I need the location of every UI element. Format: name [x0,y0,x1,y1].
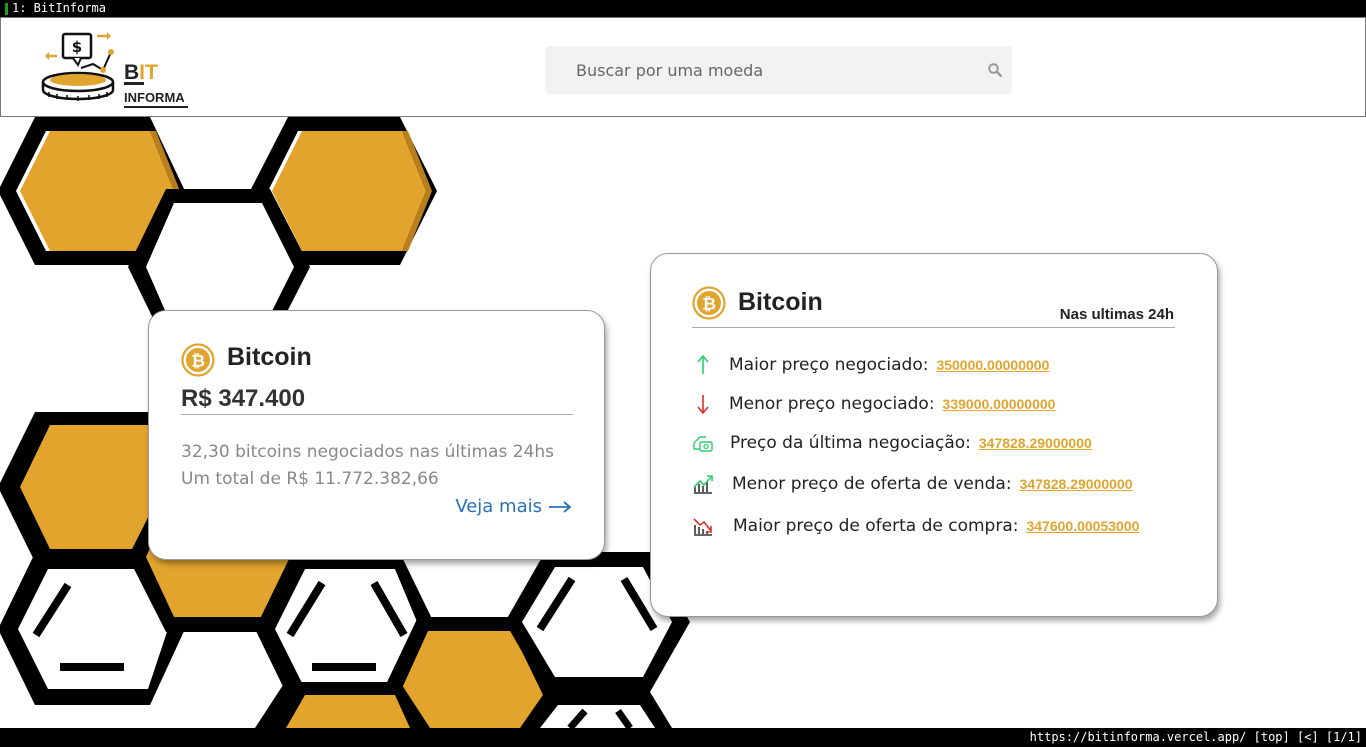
stat-label: Preço da última negociação: [730,433,971,453]
divider [181,414,573,415]
logo-letters-it: IT [139,61,158,84]
svg-text:₿: ₿ [702,295,716,315]
stat-row-last-trade: Preço da última negociação: 347828.29000… [691,431,1092,455]
coin-chat-logo-icon: $ [41,32,115,101]
divider [692,327,1175,328]
stat-value[interactable]: 339000.00000000 [943,396,1056,412]
coin-search [545,46,1012,94]
stat-value[interactable]: 347828.29000000 [1020,476,1133,492]
arrow-down-icon [691,392,715,416]
arrow-right-icon [549,500,572,513]
search-icon[interactable] [988,63,1002,77]
site-header: $ BIT INFORMA [0,17,1366,117]
stat-label: Maior preço negociado: [729,355,929,375]
bitcoin-details-card: ₿ Bitcoin Nas ultimas 24h Maior preço ne… [650,253,1218,617]
logo-underline [124,106,188,108]
stat-row-highest-price: Maior preço negociado: 350000.00000000 [691,353,1049,377]
chart-down-icon [691,514,715,538]
coin-name: Bitcoin [738,288,823,316]
coin-price: R$ 347.400 [181,385,306,412]
period-label: Nas ultimas 24h [1059,306,1174,323]
stat-label: Maior preço de oferta de compra: [733,516,1019,536]
logo-wordmark-informa: INFORMA [124,90,185,105]
total-text: Um total de R$ 11.772.382,66 [181,469,439,489]
stat-row-lowest-ask: Menor preço de oferta de venda: 347828.2… [691,472,1132,496]
money-hand-icon [691,431,715,455]
hexagon-bottom-partial-1 [255,682,430,728]
arrow-up-icon [691,353,715,377]
browser-status-bar: https://bitinforma.vercel.app/ [top] [<]… [0,728,1366,747]
see-more-link[interactable]: Veja mais [455,496,572,517]
see-more-label: Veja mais [455,496,542,517]
stat-row-lowest-price: Menor preço negociado: 339000.00000000 [691,392,1055,416]
svg-text:₿: ₿ [191,352,205,372]
coin-name: Bitcoin [227,343,312,371]
search-input[interactable] [545,46,965,94]
logo-letter-b: B [124,61,140,84]
bitcoin-icon: ₿ [692,286,726,320]
hexagon-bottom-partial-2 [520,692,672,728]
stat-row-highest-bid: Maior preço de oferta de compra: 347600.… [691,514,1139,538]
volume-text: 32,30 bitcoins negociados nas últimas 24… [181,442,554,462]
chart-up-icon [691,472,715,496]
stat-value[interactable]: 347828.29000000 [979,435,1092,451]
svg-text:$: $ [72,38,82,56]
logo-underline [124,82,144,85]
stat-value[interactable]: 350000.00000000 [936,357,1049,373]
bitcoin-icon: ₿ [181,343,215,377]
tab-indicator [5,3,8,15]
stat-label: Menor preço de oferta de venda: [732,474,1012,494]
bitcoin-summary-card: ₿ Bitcoin R$ 347.400 32,30 bitcoins nego… [148,310,605,560]
tab-title[interactable]: 1: BitInforma [12,0,106,17]
stat-value[interactable]: 347600.00053000 [1026,518,1139,534]
browser-tab-bar: 1: BitInforma [0,0,1366,17]
site-logo[interactable]: $ BIT INFORMA [41,30,201,108]
stat-label: Menor preço negociado: [729,394,935,414]
